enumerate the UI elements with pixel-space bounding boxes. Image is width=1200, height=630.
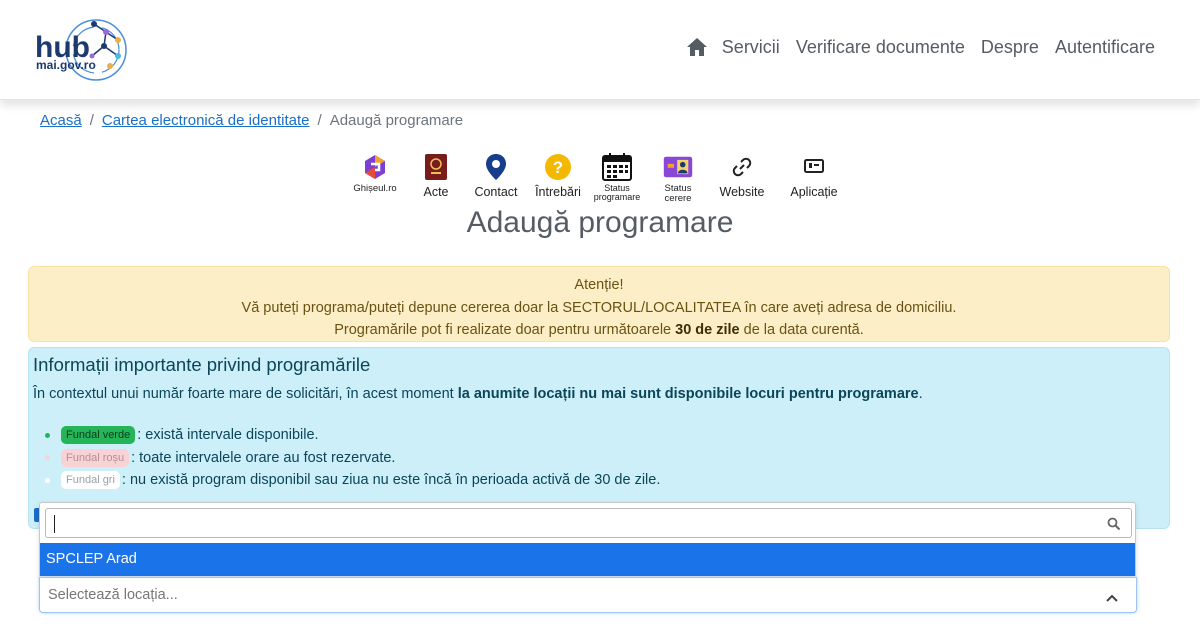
warning-days-emphasis: 30 de zile [675,322,740,338]
info-paragraph: În contextul unui număr foarte mare de s… [33,386,923,402]
quick-link-label: Întrebări [535,185,581,199]
breadcrumb-separator: / [317,112,322,129]
chevron-up-icon [1106,590,1118,602]
page-title: Adaugă programare [466,206,734,239]
quick-link-label: Website [719,185,765,199]
quick-link-label: Status programare [593,183,641,202]
legend-item-red: Fundal roșu : toate intervalele orare au… [45,447,660,470]
legend-text: : nu există program disponibil sau ziua … [121,472,661,489]
bullet-dot [45,455,50,461]
warning-line-domicile: Vă puteți programa/puteți depune cererea… [241,299,957,316]
location-option-spclep-arad[interactable]: SPCLEP Arad [40,543,1135,576]
availability-legend: Fundal verde : există intervale disponib… [45,424,660,492]
quick-links-bar: Ghișeul.ro Acte Contact ? Întrebări Stat… [348,152,846,203]
quick-link-ghiseul[interactable]: Ghișeul.ro [348,152,402,194]
quick-link-label: Ghișeul.ro [353,183,397,194]
quick-link-label: Aplicație [790,185,838,199]
quick-link-website[interactable]: Website [712,152,772,199]
info-emphasis: la anumite locații nu mai sunt disponibi… [457,386,919,402]
location-pin-icon [481,152,511,182]
breadcrumb-current: Adaugă programare [329,112,464,129]
link-icon [727,152,757,182]
id-card-icon [663,152,693,182]
legend-pill-red: Fundal roșu [61,448,130,467]
quick-link-acte[interactable]: Acte [406,152,466,199]
warning-text: de la data curentă. [739,322,864,338]
site-header: hub mai.gov.ro Servicii Verificare docum… [0,0,1200,100]
ghiseul-logo-icon [360,152,390,182]
nav-servicii[interactable]: Servicii [722,37,780,58]
info-text: . [918,386,923,402]
warning-heading: Atenție! [574,277,624,293]
quick-link-status-programare[interactable]: Status programare [588,152,646,202]
info-heading: Informații importante privind programări… [33,354,371,375]
nav-autentificare[interactable]: Autentificare [1055,37,1155,58]
breadcrumb-separator: / [89,112,94,129]
legend-text: : toate intervalele orare au fost rezerv… [131,449,396,466]
warning-line-30-days: Programările pot fi realizate doar pentr… [29,319,1169,342]
location-dropdown-panel: SPCLEP Arad [39,502,1136,576]
search-icon [1107,517,1121,531]
location-search-input[interactable] [45,508,1132,538]
logo-text-domain: mai.gov.ro [36,58,96,72]
quick-link-label: Contact [474,185,518,199]
legend-text: : există intervale disponibile. [137,427,319,444]
legend-item-gray: Fundal gri : nu există program disponibi… [45,469,660,492]
quick-link-aplicatie[interactable]: Aplicație [782,152,846,199]
legend-item-green: Fundal verde : există intervale disponib… [45,424,660,447]
nav-despre[interactable]: Despre [981,37,1039,58]
main-nav: Servicii Verificare documente Despre Aut… [686,36,1155,58]
quick-link-label: Acte [423,185,449,199]
question-icon: ? [543,152,573,182]
breadcrumb-home-link[interactable]: Acasă [40,112,82,129]
legend-pill-green: Fundal verde [61,426,136,445]
quick-link-status-cerere[interactable]: Status cerere [652,152,704,203]
calendar-icon [602,152,632,182]
quick-link-intrebari[interactable]: ? Întrebări [528,152,588,199]
bullet-dot [45,477,50,483]
warning-alert: Atenție! Vă puteți programa/puteți depun… [28,266,1170,342]
text-cursor [54,515,55,533]
info-text: În contextul unui număr foarte mare de s… [33,386,458,402]
hub-mai-logo[interactable]: hub mai.gov.ro [34,10,134,90]
document-icon [421,152,451,182]
breadcrumb: Acasă / Cartea electronică de identitate… [40,112,463,129]
location-select-placeholder: Selectează locația... [48,587,178,603]
quick-link-contact[interactable]: Contact [468,152,524,199]
nav-verificare-documente[interactable]: Verificare documente [796,37,965,58]
quick-link-label: Status cerere [664,183,692,204]
home-icon[interactable] [686,36,708,58]
legend-pill-gray: Fundal gri [61,471,120,490]
location-select[interactable]: Selectează locația... [39,577,1137,613]
warning-text: Programările pot fi realizate doar pentr… [334,322,676,338]
breadcrumb-cei-link[interactable]: Cartea electronică de identitate [102,112,310,129]
bullet-dot [45,432,50,438]
app-icon [799,152,829,182]
svg-text:?: ? [553,158,563,177]
